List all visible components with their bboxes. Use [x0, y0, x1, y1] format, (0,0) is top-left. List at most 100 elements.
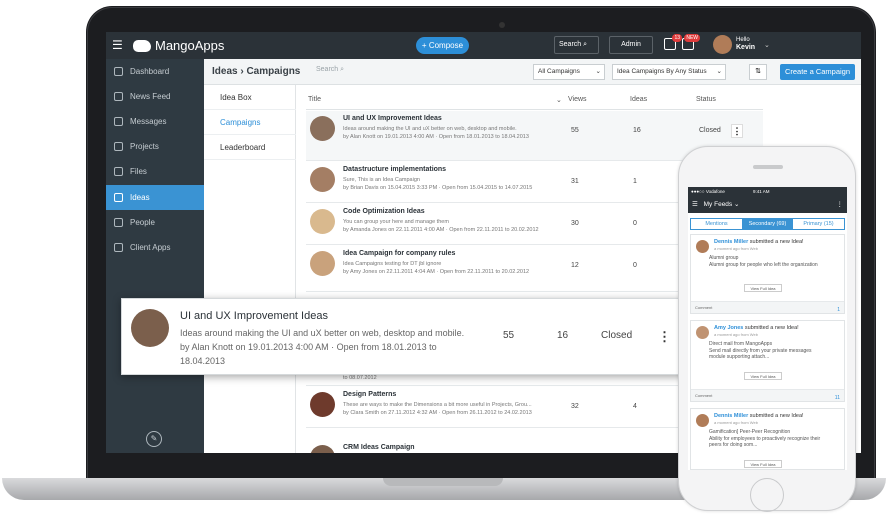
feed-author[interactable]: Dennis Miller: [714, 413, 748, 419]
sidebar-item-label: Files: [130, 167, 147, 176]
submenu-leaderboard[interactable]: Leaderboard: [204, 135, 296, 160]
feed-footer: Comment 1: [691, 301, 844, 313]
submenu-idea-box[interactable]: Idea Box: [204, 85, 296, 110]
view-full-idea-button[interactable]: View Full Idea: [744, 460, 782, 468]
sidebar-item-label: People: [130, 218, 155, 227]
card-title[interactable]: UI and UX Improvement Ideas: [180, 310, 328, 322]
feed-action: submitted a new Idea!: [744, 325, 799, 331]
search-input[interactable]: Search: [316, 66, 338, 73]
row-title[interactable]: UI and UX Improvement Ideas: [343, 115, 442, 122]
row-description: Sure, This is an Idea Campaign by Brian D…: [343, 176, 558, 192]
more-options-icon[interactable]: ⋮: [731, 124, 743, 138]
edit-icon[interactable]: ✎: [146, 431, 162, 447]
avatar[interactable]: [713, 35, 732, 54]
sidebar-item-label: Messages: [130, 117, 167, 126]
feed-header: Dennis Miller submitted a new Idea!: [714, 239, 804, 245]
sidebar-item-people[interactable]: People: [106, 210, 204, 235]
featured-campaign-card[interactable]: UI and UX Improvement Ideas Ideas around…: [121, 298, 687, 375]
phone-speaker: [753, 165, 783, 169]
phone-nav-bar: ☰ My Feeds ⌄ ⋮: [688, 196, 847, 213]
status-filter-select[interactable]: Idea Campaigns By Any Status ⌄: [612, 64, 726, 80]
feed-action: submitted a new Idea!: [749, 239, 804, 245]
row-desc-text: Sure, This is an Idea Campaign: [343, 177, 420, 183]
compose-button[interactable]: + Compose: [416, 37, 469, 54]
row-desc-text: Ideas around making the UI and uX better…: [343, 126, 517, 132]
hamburger-icon[interactable]: ☰: [688, 201, 698, 208]
comment-link[interactable]: Comment: [695, 393, 712, 398]
feed-title[interactable]: My Feeds: [700, 201, 733, 208]
view-full-idea-button[interactable]: View Full Idea: [744, 284, 782, 292]
create-campaign-button[interactable]: Create a Campaign: [780, 64, 855, 80]
table-header: Title ⌄ Views Ideas Status: [306, 92, 763, 110]
chevron-down-icon[interactable]: ⌄: [764, 41, 770, 49]
card-views: 55: [503, 330, 515, 341]
tab-mentions[interactable]: Mentions: [691, 219, 742, 229]
sort-icon[interactable]: ⇅: [749, 64, 767, 80]
search-button[interactable]: Search ⌕: [554, 36, 599, 54]
sidebar-item-label: Ideas: [130, 193, 150, 202]
sidebar-item-ideas[interactable]: Ideas: [106, 185, 204, 210]
status-time: 9:41 AM: [753, 189, 770, 194]
row-title[interactable]: Code Optimization Ideas: [343, 208, 425, 215]
comment-link[interactable]: Comment: [695, 305, 712, 310]
column-ideas[interactable]: Ideas: [630, 96, 647, 103]
admin-button[interactable]: Admin: [609, 36, 653, 54]
feed-item[interactable]: Dennis Miller submitted a new Idea! a mo…: [690, 408, 845, 470]
sidebar-item-projects[interactable]: Projects: [106, 134, 204, 159]
user-greeting[interactable]: Hello Kevin: [736, 37, 755, 52]
sidebar-item-news-feed[interactable]: News Feed: [106, 84, 204, 109]
avatar: [310, 251, 335, 276]
row-desc-text: These are ways to make the Dimensions a …: [343, 402, 532, 408]
column-views[interactable]: Views: [568, 96, 587, 103]
header-search[interactable]: Search ⌕: [316, 66, 344, 74]
projects-icon: [114, 142, 123, 151]
row-title[interactable]: Idea Campaign for company rules: [343, 250, 455, 257]
chat-icon[interactable]: 13: [664, 34, 682, 50]
row-ideas: 4: [633, 403, 637, 410]
sidebar-item-dashboard[interactable]: Dashboard: [106, 59, 204, 84]
chevron-down-icon: ⌄: [716, 68, 722, 75]
row-title[interactable]: Design Patterns: [343, 391, 396, 398]
row-views: 32: [571, 403, 579, 410]
sidebar-item-client-apps[interactable]: Client Apps: [106, 235, 204, 260]
card-ideas: 16: [557, 330, 569, 341]
more-options-icon[interactable]: ⋮: [837, 196, 844, 213]
campaign-filter-select[interactable]: All Campaigns ⌄: [533, 64, 605, 80]
like-count[interactable]: 11: [835, 392, 840, 404]
column-status[interactable]: Status: [696, 96, 716, 103]
avatar: [696, 414, 709, 427]
row-title[interactable]: Datastructure implementations: [343, 166, 446, 173]
tab-secondary[interactable]: Secondary (69): [742, 219, 793, 229]
row-meta: by Alan Knott on 19.01.2013 4:00 AM · Op…: [343, 134, 529, 140]
app-logo[interactable]: MangoApps: [133, 38, 224, 53]
like-count[interactable]: 1: [837, 304, 840, 316]
tab-primary[interactable]: Primary (15): [793, 219, 844, 229]
column-title[interactable]: Title: [308, 96, 321, 103]
breadcrumb: Ideas › Campaigns: [212, 66, 301, 77]
sidebar-item-messages[interactable]: Messages: [106, 109, 204, 134]
camera: [499, 22, 505, 28]
avatar: [310, 392, 335, 417]
sidebar-item-label: News Feed: [130, 92, 171, 101]
hello-label: Hello: [736, 37, 750, 43]
feed-author[interactable]: Dennis Miller: [714, 239, 748, 245]
feed-tabs: Mentions Secondary (69) Primary (15): [690, 218, 845, 230]
submenu-campaigns[interactable]: Campaigns: [204, 110, 296, 135]
feed-item[interactable]: Amy Jones submitted a new Idea! a moment…: [690, 320, 845, 402]
search-icon: ⌕: [340, 66, 345, 73]
view-full-idea-button[interactable]: View Full Idea: [744, 372, 782, 380]
chevron-down-icon[interactable]: ⌄: [556, 96, 562, 104]
feed-author[interactable]: Amy Jones: [714, 325, 743, 331]
feed-item[interactable]: Dennis Miller submitted a new Idea! a mo…: [690, 234, 845, 314]
row-title[interactable]: CRM Ideas Campaign: [343, 444, 415, 451]
hamburger-icon[interactable]: ☰: [112, 39, 123, 51]
row-meta: by Amanda Jones on 22.11.2011 4:00 AM · …: [343, 227, 539, 233]
more-options-icon[interactable]: ⋮: [658, 329, 671, 345]
sidebar-item-files[interactable]: Files: [106, 159, 204, 184]
chevron-down-icon[interactable]: ⌄: [734, 201, 739, 208]
phone-status-bar: ●●●○○ Vodafone 9:41 AM: [688, 187, 847, 196]
home-button[interactable]: [750, 478, 784, 512]
alert-badge: NEW: [684, 34, 700, 42]
row-ideas: 0: [633, 262, 637, 269]
alert-icon[interactable]: NEW: [682, 34, 700, 50]
